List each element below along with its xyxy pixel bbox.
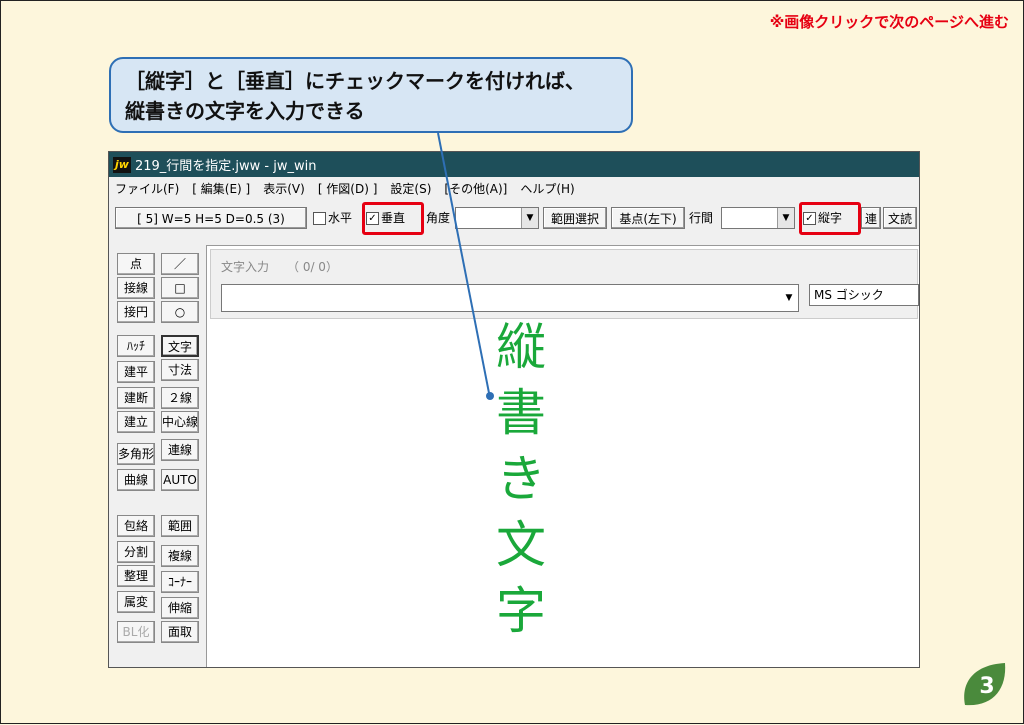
callout-line-2: 縦書きの文字を入力できる	[125, 99, 365, 123]
font-select[interactable]: MS ゴシック	[809, 284, 919, 306]
tool-tangent[interactable]: 接線	[117, 277, 155, 299]
menu-draw[interactable]: [ 作図(D) ]	[318, 180, 378, 197]
tool-auto[interactable]: AUTO	[161, 469, 199, 491]
tool-organize[interactable]: 整理	[117, 565, 155, 587]
vertical-text-sample: 縦 書 き 文 字	[489, 314, 553, 644]
text-toolbar: [ 5] W=5 H=5 D=0.5 (3) 水平 ✓ 垂直 角度 ▼ 範囲選択 …	[109, 199, 919, 239]
tool-tangent-circle[interactable]: 接円	[117, 301, 155, 323]
tool-hatch[interactable]: ﾊｯﾁ	[117, 335, 155, 357]
tool-offset[interactable]: 複線	[161, 545, 199, 567]
tool-continuous-line[interactable]: 連線	[161, 439, 199, 461]
jw-win-window: jw 219_行間を指定.jww - jw_win ファイル(F) [ 編集(E…	[108, 151, 920, 668]
tool-block[interactable]: BL化	[117, 621, 155, 643]
tool-center-line[interactable]: 中心線	[161, 411, 199, 433]
menu-help[interactable]: ヘルプ(H)	[520, 180, 574, 197]
vertical-text-highlight-box	[799, 202, 861, 235]
tool-point[interactable]: 点	[117, 253, 155, 275]
page-number: 3	[979, 674, 994, 699]
text-read-button[interactable]: 文読	[883, 207, 917, 229]
page-number-leaf-icon: 3	[964, 663, 1006, 706]
tool-dimension[interactable]: 寸法	[161, 359, 199, 381]
tool-line[interactable]: ／	[161, 253, 199, 275]
dropdown-arrow-icon: ▼	[777, 208, 794, 228]
menu-settings[interactable]: 設定(S)	[390, 180, 431, 197]
vertical-highlight-box	[362, 202, 424, 235]
text-input-bar: 文字入力 （ 0/ 0） ▼ MS ゴシック	[210, 249, 919, 319]
tool-polygon[interactable]: 多角形	[117, 443, 155, 465]
tool-arch-section[interactable]: 建断	[117, 387, 155, 409]
menu-other[interactable]: [その他(A)]	[444, 180, 507, 197]
tool-chamfer[interactable]: 面取	[161, 621, 199, 643]
window-title: 219_行間を指定.jww - jw_win	[134, 159, 317, 174]
tool-circle[interactable]: ○	[161, 301, 199, 323]
vertical-char: 書	[496, 384, 546, 442]
menu-view[interactable]: 表示(V)	[263, 180, 305, 197]
menu-edit[interactable]: [ 編集(E) ]	[192, 180, 250, 197]
horizontal-checkbox[interactable]: 水平	[313, 207, 365, 229]
tool-double-line[interactable]: ２線	[161, 387, 199, 409]
vertical-char: 字	[496, 582, 546, 640]
tool-arch-elevation[interactable]: 建立	[117, 411, 155, 433]
tool-curve[interactable]: 曲線	[117, 469, 155, 491]
menu-file[interactable]: ファイル(F)	[115, 180, 179, 197]
checkbox-unchecked-icon	[313, 212, 326, 225]
vertical-char: き	[496, 450, 546, 508]
drawing-canvas[interactable]: 文字入力 （ 0/ 0） ▼ MS ゴシック 縦 書 き 文 字	[206, 245, 919, 667]
tool-rectangle[interactable]: □	[161, 277, 199, 299]
text-input-field[interactable]: ▼	[221, 284, 799, 312]
text-input-label: 文字入力 （ 0/ 0）	[221, 260, 338, 274]
dropdown-arrow-icon: ▼	[521, 208, 538, 228]
continuous-button[interactable]: 連	[861, 207, 881, 229]
angle-label: 角度	[426, 211, 451, 225]
callout-line-1: ［縦字］と［垂直］にチェックマークを付ければ、	[125, 69, 585, 93]
angle-combo[interactable]: ▼	[455, 207, 539, 229]
base-point-button[interactable]: 基点(左下)	[611, 207, 685, 229]
slide-page[interactable]: ※画像クリックで次のページへ進む ［縦字］と［垂直］にチェックマークを付ければ、…	[0, 0, 1024, 724]
vertical-char: 文	[496, 516, 546, 574]
vertical-char: 縦	[496, 318, 546, 376]
tool-attribute-change[interactable]: 属変	[117, 591, 155, 613]
jw-logo-icon: jw	[113, 156, 131, 173]
tool-arch-plan[interactable]: 建平	[117, 361, 155, 383]
text-size-button[interactable]: [ 5] W=5 H=5 D=0.5 (3)	[115, 207, 307, 229]
tool-stretch[interactable]: 伸縮	[161, 597, 199, 619]
horizontal-label: 水平	[328, 211, 353, 225]
callout-box: ［縦字］と［垂直］にチェックマークを付ければ、 縦書きの文字を入力できる	[109, 57, 633, 133]
title-bar: jw 219_行間を指定.jww - jw_win	[109, 152, 919, 177]
tool-text[interactable]: 文字	[161, 335, 199, 357]
dropdown-arrow-icon: ▼	[785, 293, 793, 303]
tool-corner[interactable]: ｺｰﾅｰ	[161, 571, 199, 593]
range-select-button[interactable]: 範囲選択	[543, 207, 607, 229]
tool-envelope[interactable]: 包絡	[117, 515, 155, 537]
tool-divide[interactable]: 分割	[117, 541, 155, 563]
line-spacing-label: 行間	[689, 211, 714, 225]
line-spacing-combo[interactable]: ▼	[721, 207, 795, 229]
next-page-note: ※画像クリックで次のページへ進む	[769, 13, 1009, 31]
menu-bar: ファイル(F) [ 編集(E) ] 表示(V) [ 作図(D) ] 設定(S) …	[109, 177, 919, 199]
tool-range[interactable]: 範囲	[161, 515, 199, 537]
